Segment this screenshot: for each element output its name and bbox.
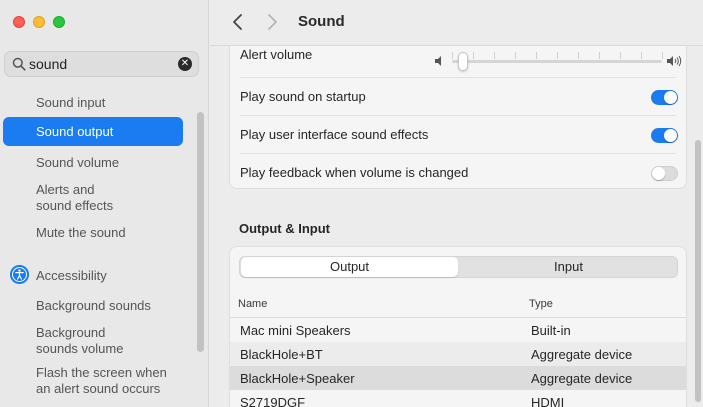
device-name: S2719DGF bbox=[240, 395, 306, 407]
sidebar-item-sound-output[interactable]: Sound output bbox=[3, 117, 183, 146]
table-row-selected[interactable]: BlackHole+Speaker Aggregate device bbox=[230, 366, 686, 390]
clear-search-icon[interactable]: ✕ bbox=[178, 57, 192, 71]
device-name: Mac mini Speakers bbox=[240, 323, 351, 338]
device-type: Built-in bbox=[531, 323, 571, 338]
sidebar-item-sound-volume[interactable]: Sound volume bbox=[36, 155, 119, 171]
search-field[interactable]: ✕ bbox=[4, 51, 199, 77]
sound-effects-card: Alert volume Play sound on startup Play … bbox=[229, 40, 687, 189]
minimize-window-button[interactable] bbox=[33, 16, 45, 28]
table-row[interactable]: Mac mini Speakers Built-in bbox=[230, 318, 686, 342]
alert-volume-label: Alert volume bbox=[240, 47, 313, 62]
tab-input[interactable]: Input bbox=[460, 257, 677, 277]
speaker-high-icon bbox=[667, 55, 682, 67]
sidebar-item-accessibility[interactable]: Accessibility bbox=[36, 268, 107, 284]
device-type: Aggregate device bbox=[531, 347, 633, 362]
back-chevron-icon[interactable] bbox=[230, 11, 246, 33]
sidebar-item-flash-screen[interactable]: Flash the screen when an alert sound occ… bbox=[36, 365, 167, 397]
slider-tick bbox=[578, 52, 579, 59]
sidebar-item-sound-input[interactable]: Sound input bbox=[36, 95, 105, 111]
slider-tick bbox=[620, 52, 621, 59]
slider-tick bbox=[536, 52, 537, 59]
divider bbox=[240, 153, 676, 154]
accessibility-icon bbox=[10, 265, 29, 284]
device-name: BlackHole+Speaker bbox=[240, 371, 355, 386]
ui-sound-effects-toggle[interactable] bbox=[651, 128, 678, 143]
slider-tick bbox=[662, 52, 663, 59]
sidebar-item-background-sounds-volume[interactable]: Background sounds volume bbox=[36, 325, 123, 357]
device-name: BlackHole+BT bbox=[240, 347, 323, 362]
main-scrollbar[interactable] bbox=[695, 140, 701, 402]
table-row[interactable]: BlackHole+BT Aggregate device bbox=[230, 342, 686, 366]
volume-feedback-toggle[interactable] bbox=[651, 166, 678, 181]
close-window-button[interactable] bbox=[13, 16, 25, 28]
sidebar-item-mute-the-sound[interactable]: Mute the sound bbox=[36, 225, 126, 241]
slider-tick bbox=[515, 52, 516, 59]
forward-chevron-icon[interactable] bbox=[264, 11, 280, 33]
startup-sound-toggle[interactable] bbox=[651, 90, 678, 105]
sidebar-item-alerts-and-sound-effects[interactable]: Alerts and sound effects bbox=[36, 182, 113, 214]
page-title: Sound bbox=[298, 13, 345, 30]
slider-thumb[interactable] bbox=[457, 52, 468, 71]
slider-tick bbox=[494, 52, 495, 59]
tab-output[interactable]: Output bbox=[241, 257, 458, 277]
table-row[interactable]: S2719DGF HDMI bbox=[230, 390, 686, 407]
sidebar-item-label: Sound output bbox=[36, 124, 114, 139]
device-type: Aggregate device bbox=[531, 371, 633, 386]
slider-tick bbox=[452, 52, 453, 59]
divider bbox=[240, 77, 676, 78]
output-input-segmented-control: Output Input bbox=[239, 256, 678, 278]
device-type: HDMI bbox=[531, 395, 565, 407]
search-input[interactable] bbox=[29, 55, 174, 73]
speaker-low-icon bbox=[435, 56, 441, 66]
main-pane: Alert volume Play sound on startup Play … bbox=[210, 0, 703, 407]
slider-tick bbox=[473, 52, 474, 59]
sidebar-item-background-sounds[interactable]: Background sounds bbox=[36, 298, 151, 314]
alert-volume-slider[interactable] bbox=[434, 49, 682, 73]
volume-feedback-label: Play feedback when volume is changed bbox=[240, 165, 469, 180]
column-header-type[interactable]: Type bbox=[529, 298, 553, 310]
output-input-card: Output Input Name Type Mac mini Speakers… bbox=[229, 246, 687, 407]
slider-tick bbox=[599, 52, 600, 59]
column-header-name[interactable]: Name bbox=[238, 298, 267, 310]
slider-tick bbox=[557, 52, 558, 59]
toolbar: Sound bbox=[210, 0, 703, 46]
zoom-window-button[interactable] bbox=[53, 16, 65, 28]
startup-sound-label: Play sound on startup bbox=[240, 89, 366, 104]
output-input-section-title: Output & Input bbox=[239, 221, 330, 236]
ui-sound-effects-label: Play user interface sound effects bbox=[240, 127, 429, 142]
slider-track bbox=[452, 60, 662, 63]
sidebar: ✕ Sound input Sound output Sound volume … bbox=[0, 0, 209, 407]
divider bbox=[240, 115, 676, 116]
search-icon bbox=[12, 57, 26, 71]
slider-tick bbox=[641, 52, 642, 59]
sidebar-scrollbar[interactable] bbox=[197, 112, 204, 352]
